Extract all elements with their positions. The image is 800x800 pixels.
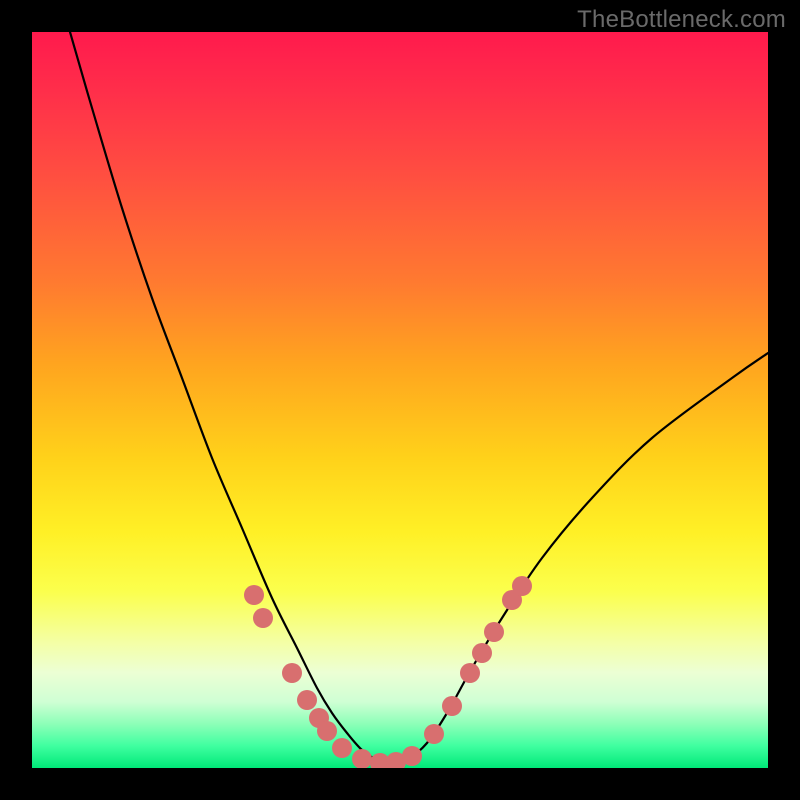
data-marker: [297, 690, 317, 710]
data-marker: [282, 663, 302, 683]
data-marker: [512, 576, 532, 596]
plot-area: [32, 32, 768, 768]
data-marker: [460, 663, 480, 683]
data-marker: [424, 724, 444, 744]
data-marker: [442, 696, 462, 716]
data-marker: [402, 746, 422, 766]
data-marker: [317, 721, 337, 741]
chart-frame: TheBottleneck.com: [0, 0, 800, 800]
data-marker: [332, 738, 352, 758]
data-marker: [472, 643, 492, 663]
data-marker: [484, 622, 504, 642]
data-marker: [244, 585, 264, 605]
marker-group: [244, 576, 532, 768]
data-marker: [352, 749, 372, 768]
curve-layer: [32, 32, 768, 768]
bottleneck-curve: [70, 32, 768, 764]
watermark-text: TheBottleneck.com: [577, 6, 786, 34]
data-marker: [253, 608, 273, 628]
